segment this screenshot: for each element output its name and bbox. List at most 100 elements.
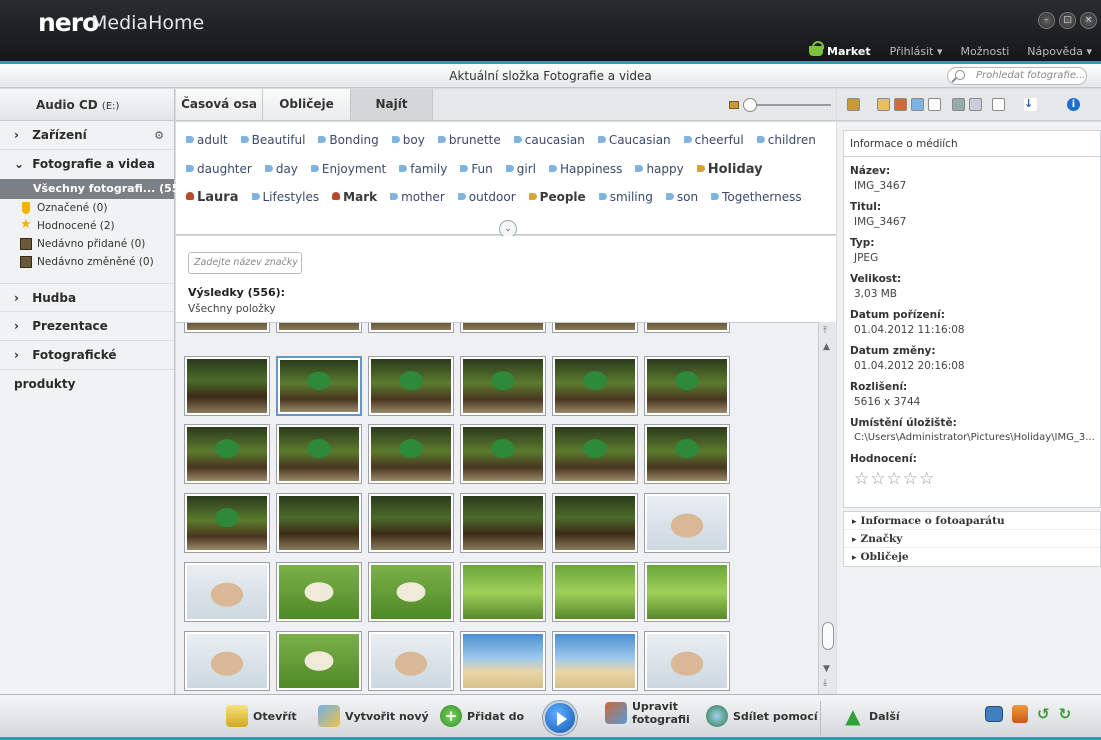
tag-item[interactable]: daughter <box>186 162 252 176</box>
scroll-bottom-icon[interactable]: ⤓ <box>823 678 827 688</box>
photo-search-input[interactable]: Prohledat fotografie... <box>947 67 1087 85</box>
all-photos-item[interactable]: Všechny fotografi... (556) <box>0 179 192 199</box>
brush-icon[interactable] <box>1012 705 1028 723</box>
sidebar-item-recently-added[interactable]: Nedávno přidané (0) <box>0 235 174 253</box>
photo-thumbnail[interactable] <box>184 356 270 416</box>
tag-item[interactable]: Lifestyles <box>252 190 320 204</box>
sidebar-item-flagged[interactable]: Označené (0) <box>0 199 174 217</box>
photo-thumbnail[interactable] <box>184 323 270 333</box>
tag-item[interactable]: caucasian <box>514 133 585 147</box>
tag-view-icon[interactable] <box>911 98 924 111</box>
tag-item[interactable]: day <box>265 162 298 176</box>
tag-item[interactable]: adult <box>186 133 228 147</box>
photo-thumbnail[interactable] <box>644 424 730 484</box>
zoom-track[interactable] <box>751 104 831 106</box>
grid-view-icon[interactable] <box>952 98 965 111</box>
add-to-button[interactable]: + Přidat do <box>440 705 524 727</box>
photo-thumbnail[interactable] <box>276 323 362 333</box>
sort-icon[interactable]: ↓ <box>1024 98 1037 111</box>
tag-item[interactable]: happy <box>635 162 683 176</box>
image-view-icon[interactable] <box>847 98 860 111</box>
presentations-section[interactable]: › Prezentace <box>0 312 174 341</box>
tag-item[interactable]: brunette <box>438 133 501 147</box>
photo-thumbnail[interactable] <box>368 562 454 622</box>
photo-thumbnail[interactable] <box>644 562 730 622</box>
photo-thumbnail[interactable] <box>552 562 638 622</box>
tag-item[interactable]: family <box>399 162 447 176</box>
photo-thumbnail[interactable] <box>552 424 638 484</box>
share-button[interactable]: Sdílet pomocí <box>706 705 818 727</box>
photo-thumbnail[interactable] <box>644 631 730 691</box>
help-menu[interactable]: Nápověda ▾ <box>1018 45 1101 58</box>
tag-item[interactable]: outdoor <box>458 190 516 204</box>
tag-item[interactable]: cheerful <box>684 133 744 147</box>
scroll-handle[interactable] <box>822 622 834 650</box>
sidebar-item-rated[interactable]: ★ Hodnocené (2) <box>0 217 174 235</box>
tag-item[interactable]: smiling <box>599 190 653 204</box>
open-button[interactable]: Otevřít <box>226 705 297 727</box>
tag-item[interactable]: Beautiful <box>241 133 306 147</box>
info-icon[interactable]: i <box>1067 98 1080 111</box>
list-view-icon[interactable] <box>969 98 982 111</box>
faces-fold[interactable]: Obličeje <box>844 548 1100 566</box>
tag-item[interactable]: Enjoyment <box>311 162 386 176</box>
tag-item[interactable]: children <box>757 133 816 147</box>
tag-item[interactable]: boy <box>392 133 425 147</box>
photo-thumbnail[interactable] <box>460 631 546 691</box>
rating-view-icon[interactable] <box>877 98 890 111</box>
photo-thumbnail[interactable] <box>460 424 546 484</box>
create-new-button[interactable]: Vytvořit nový <box>318 705 429 727</box>
person-tag-mark[interactable]: Mark <box>332 190 377 204</box>
photo-thumbnail[interactable] <box>276 424 362 484</box>
tag-item[interactable]: Happiness <box>549 162 622 176</box>
minimize-icon[interactable]: – <box>1038 12 1055 29</box>
tag-item-people[interactable]: People <box>529 190 586 204</box>
rating-stars[interactable]: ☆☆☆☆☆ <box>854 469 935 489</box>
photo-thumbnail[interactable] <box>276 562 362 622</box>
photo-thumbnail[interactable] <box>184 631 270 691</box>
tab-timeline[interactable]: Časová osa <box>176 89 263 120</box>
photo-thumbnail[interactable] <box>552 323 638 333</box>
photo-thumbnail[interactable] <box>184 562 270 622</box>
maximize-icon[interactable]: □ <box>1059 12 1076 29</box>
photo-thumbnail[interactable] <box>552 631 638 691</box>
tag-item[interactable]: mother <box>390 190 445 204</box>
photo-thumbnail[interactable] <box>460 493 546 553</box>
photo-thumbnail[interactable] <box>276 631 362 691</box>
photo-thumbnail[interactable] <box>368 631 454 691</box>
tag-item[interactable]: Fun <box>460 162 492 176</box>
market-link[interactable]: Market <box>809 41 881 58</box>
zoom-view-icon[interactable] <box>992 98 1005 111</box>
zoom-handle[interactable] <box>743 98 757 112</box>
tag-item[interactable]: Bonding <box>318 133 378 147</box>
person-tag-laura[interactable]: Laura <box>186 190 239 205</box>
photo-thumbnail[interactable] <box>184 493 270 553</box>
tag-item[interactable]: son <box>666 190 698 204</box>
monitor-icon[interactable] <box>985 706 1003 722</box>
audio-cd-item[interactable]: Audio CD (E:) <box>0 89 174 121</box>
photo-thumbnail[interactable] <box>644 493 730 553</box>
next-button[interactable]: ▲ Další <box>842 705 899 727</box>
rotate-right-icon[interactable]: ↻ <box>1059 705 1072 723</box>
edit-photos-button[interactable]: Upravit fotografii <box>605 700 690 726</box>
photo-thumbnail[interactable] <box>460 562 546 622</box>
devices-section[interactable]: › Zařízení ⚙ <box>0 121 174 150</box>
music-section[interactable]: › Hudba <box>0 283 174 312</box>
photo-thumbnail[interactable] <box>368 424 454 484</box>
photo-thumbnail[interactable] <box>276 493 362 553</box>
person-view-icon[interactable] <box>894 98 907 111</box>
grid-scrollbar[interactable]: ⤒ ▲ ▼ ⤓ <box>818 322 836 694</box>
login-menu[interactable]: Přihlásit ▾ <box>881 45 952 58</box>
zoom-slider[interactable] <box>721 97 831 113</box>
camera-info-fold[interactable]: Informace o fotoaparátu <box>844 512 1100 530</box>
close-icon[interactable]: × <box>1080 12 1097 29</box>
tag-name-input[interactable]: Zadejte název značky <box>188 252 302 274</box>
photo-thumbnail[interactable] <box>644 356 730 416</box>
photo-thumbnail[interactable] <box>368 356 454 416</box>
photo-thumbnail[interactable] <box>184 424 270 484</box>
rotate-left-icon[interactable]: ↺ <box>1037 705 1050 723</box>
scroll-top-icon[interactable]: ⤒ <box>823 326 827 336</box>
scroll-down-icon[interactable]: ▼ <box>823 664 830 674</box>
scroll-up-icon[interactable]: ▲ <box>823 342 830 352</box>
photo-thumbnail[interactable] <box>460 356 546 416</box>
